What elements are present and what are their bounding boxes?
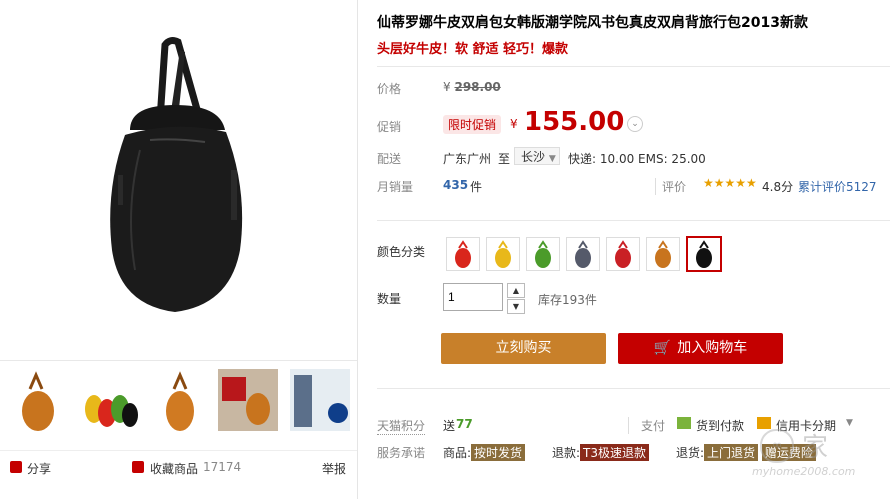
chevron-down-icon[interactable]: ⌄ bbox=[627, 116, 643, 132]
cart-icon: 🛒 bbox=[653, 340, 672, 356]
original-price: ¥ 298.00 bbox=[443, 80, 501, 94]
thumbnail-2[interactable] bbox=[80, 369, 140, 431]
points-value: 77 bbox=[456, 417, 473, 431]
payment-label: 支付 bbox=[628, 417, 665, 434]
service-return-badge: 上门退货 bbox=[704, 444, 759, 461]
color-swatch-model[interactable] bbox=[566, 237, 600, 271]
stock-text: 库存193件 bbox=[538, 293, 597, 307]
ship-to-word: 至 bbox=[498, 152, 511, 166]
price-label: 价格 bbox=[377, 82, 402, 96]
service-goods: 商品: 按时发货 bbox=[443, 444, 526, 461]
quantity-up-button[interactable]: ▲ bbox=[507, 283, 525, 298]
service-refund: 退款: T3极速退款 bbox=[552, 444, 650, 461]
monthly-sales-count: 435 bbox=[443, 178, 469, 192]
favorite-link[interactable]: 收藏商品 bbox=[150, 460, 198, 477]
favorite-count: 17174 bbox=[203, 460, 242, 474]
color-swatch-red[interactable] bbox=[446, 237, 480, 271]
divider bbox=[377, 388, 890, 389]
add-to-cart-button[interactable]: 🛒 加入购物车 bbox=[618, 333, 783, 364]
shipping-label: 配送 bbox=[377, 152, 402, 166]
main-product-photo[interactable] bbox=[0, 0, 357, 350]
share-icon[interactable] bbox=[10, 461, 22, 473]
monthly-sales-unit: 件 bbox=[470, 180, 483, 194]
promo-price: 155.00 bbox=[524, 107, 625, 137]
cod-icon bbox=[677, 417, 691, 429]
divider bbox=[377, 66, 890, 67]
color-swatch-red2[interactable] bbox=[606, 237, 640, 271]
quantity-input[interactable] bbox=[443, 283, 503, 311]
report-link[interactable]: 举报 bbox=[322, 460, 346, 477]
caret-down-icon: ▼ bbox=[548, 154, 556, 164]
color-swatch-tan[interactable] bbox=[646, 237, 680, 271]
currency-symbol: ¥ bbox=[510, 117, 518, 131]
points-send: 送 bbox=[443, 419, 456, 433]
rating-score: 4.8分 bbox=[762, 180, 794, 194]
quantity-down-button[interactable]: ▼ bbox=[507, 299, 525, 314]
rating-stars: ★★★★★ bbox=[703, 176, 757, 190]
share-link[interactable]: 分享 bbox=[27, 460, 51, 477]
thumbnail-4[interactable] bbox=[218, 369, 278, 431]
thumbnail-1[interactable] bbox=[8, 369, 68, 431]
shipping-fees: 快递: 10.00 EMS: 25.00 bbox=[568, 152, 706, 166]
product-gallery: 分享 收藏商品 17174 举报 bbox=[0, 0, 358, 499]
service-label: 服务承诺 bbox=[377, 446, 426, 460]
color-label: 颜色分类 bbox=[377, 245, 426, 259]
monthly-sales-label: 月销量 bbox=[377, 180, 414, 194]
color-swatch-green[interactable] bbox=[526, 237, 560, 271]
service-refund-badge: T3极速退款 bbox=[580, 444, 650, 461]
rating-label: 评价 bbox=[655, 178, 686, 195]
promo-badge: 限时促销 bbox=[443, 115, 502, 134]
review-link[interactable]: 累计评价5127 bbox=[798, 178, 877, 195]
thumbnail-5[interactable] bbox=[290, 369, 350, 431]
watermark-emblem: ∞ bbox=[760, 429, 794, 463]
color-swatch-yellow[interactable] bbox=[486, 237, 520, 271]
color-swatch-black[interactable] bbox=[686, 236, 722, 272]
watermark-logo: ∞ 家 myhome2008.com bbox=[752, 425, 872, 485]
cod-text: 货到付款 bbox=[696, 419, 745, 433]
destination-select[interactable]: 长沙 ▼ bbox=[514, 147, 560, 165]
thumbnail-strip bbox=[0, 360, 357, 441]
divider bbox=[377, 220, 890, 221]
promo-label: 促销 bbox=[377, 120, 402, 134]
favorite-icon[interactable] bbox=[132, 461, 144, 473]
share-bar: 分享 收藏商品 17174 举报 bbox=[0, 450, 357, 481]
service-goods-badge: 按时发货 bbox=[471, 444, 526, 461]
ship-from: 广东广州 bbox=[443, 152, 492, 166]
quantity-label: 数量 bbox=[377, 292, 402, 306]
buy-now-button[interactable]: 立刻购买 bbox=[441, 333, 606, 364]
thumbnail-3[interactable] bbox=[152, 369, 212, 431]
product-subtitle: 头层好牛皮！软 舒适 轻巧！爆款 bbox=[377, 42, 569, 57]
product-title: 仙蒂罗娜牛皮双肩包女韩版潮学院风书包真皮双肩背旅行包2013新款 bbox=[377, 15, 808, 31]
points-label[interactable]: 天猫积分 bbox=[377, 417, 426, 435]
